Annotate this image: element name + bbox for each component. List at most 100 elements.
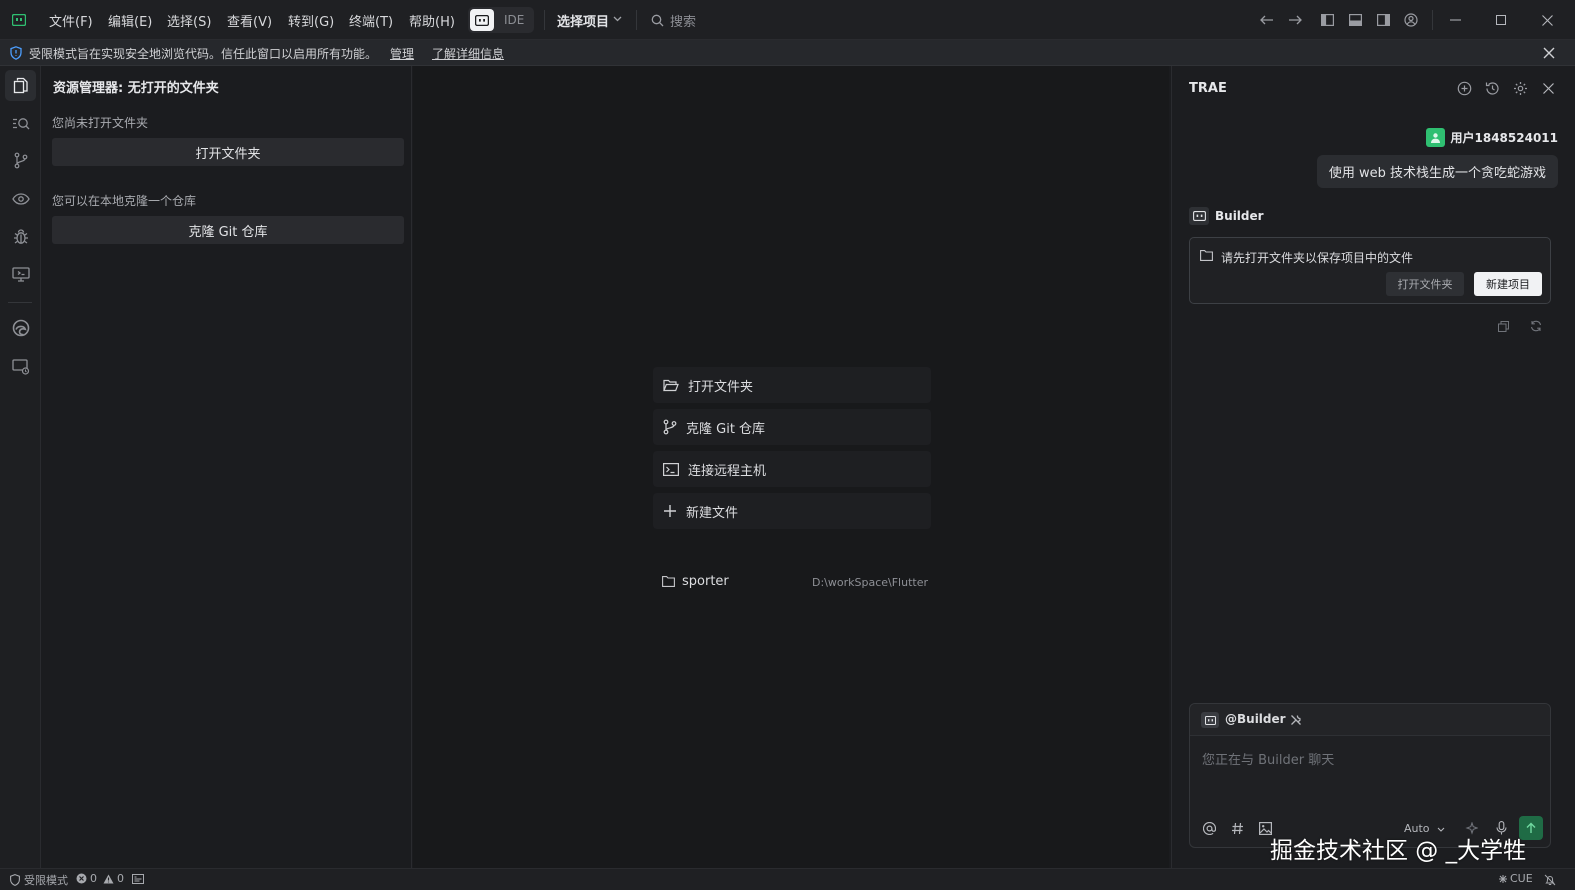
menu-go[interactable]: 转到(G) [288,11,334,30]
tools-icon[interactable] [1289,713,1303,727]
restricted-mode-banner: 受限模式旨在实现安全地浏览代码。信任此窗口以启用所有功能。 管理 了解详细信息 [0,40,1575,66]
hash-context-icon[interactable] [1229,820,1245,836]
app-logo-icon [10,12,28,28]
mention-at-icon[interactable] [1201,820,1217,836]
remote-explorer-icon[interactable] [5,259,36,290]
user-message-bubble: 使用 web 技术栈生成一个贪吃蛇游戏 [1316,155,1558,188]
close-banner-icon[interactable] [1542,46,1556,60]
search-files-icon[interactable] [5,108,36,139]
folder-open-icon [663,379,679,392]
remote-connection-icon[interactable] [5,351,36,382]
recent-project-path: D:\workSpace\Flutter [812,576,928,589]
forward-arrow-icon[interactable] [1286,12,1304,28]
welcome-action-label: 克隆 Git 仓库 [686,421,766,437]
editor-welcome-area: 打开文件夹 克隆 Git 仓库 连接远程主机 新建文件 sporter D:\w… [413,66,1169,868]
history-icon[interactable] [1484,80,1500,96]
menu-edit[interactable]: 编辑(E) [108,11,152,30]
watermark-text: 掘金技术社区 @ _大学牲 [1270,838,1527,864]
toggle-panel-icon[interactable] [1346,12,1364,28]
restricted-mode-status[interactable]: 受限模式 [10,872,68,888]
problems-status[interactable]: 0 0 [76,872,124,885]
shield-icon [10,874,20,886]
open-folder-button[interactable]: 打开文件夹 [52,138,404,166]
source-control-icon[interactable] [5,145,36,176]
close-window-icon[interactable] [1538,12,1556,28]
notice-text: 请先打开文件夹以保存项目中的文件 [1221,251,1414,265]
menu-view[interactable]: 查看(V) [227,11,272,30]
error-icon [76,873,87,884]
explorer-icon[interactable] [5,70,36,101]
copy-icon[interactable] [1496,319,1510,333]
maximize-icon[interactable] [1492,12,1510,28]
warning-icon [103,874,114,884]
menu-selection[interactable]: 选择(S) [167,11,211,30]
manage-link[interactable]: 管理 [390,45,414,62]
chevron-down-icon[interactable] [612,14,622,24]
search-icon[interactable] [650,13,664,27]
title-divider-3 [1432,10,1433,30]
toggle-sidebar-icon[interactable] [1318,12,1336,28]
chat-input-box: @Builder 您正在与 Builder 聊天 Auto [1189,703,1551,848]
error-count: 0 [90,872,97,885]
ide-mode-label[interactable]: IDE [504,13,524,27]
input-agent-tag[interactable]: @Builder [1225,712,1286,726]
explorer-sidebar: 资源管理器: 无打开的文件夹 您尚未打开文件夹 打开文件夹 您可以在本地克隆一个… [41,66,412,868]
debug-icon[interactable] [5,221,36,252]
toggle-secondary-sidebar-icon[interactable] [1374,12,1392,28]
welcome-action-label: 连接远程主机 [688,463,767,479]
remote-terminal-icon [663,462,679,476]
terminal-status-icon[interactable] [131,873,145,885]
open-folder-notice-card: 请先打开文件夹以保存项目中的文件 打开文件夹 新建项目 [1189,237,1551,304]
shield-icon [9,45,23,60]
close-panel-icon[interactable] [1540,80,1556,96]
avatar [1425,127,1445,147]
sidebar-title: 资源管理器: 无打开的文件夹 [53,81,219,96]
folder-icon [662,576,675,587]
settings-gear-icon[interactable] [1512,80,1528,96]
project-select[interactable]: 选择项目 [557,11,609,30]
recent-project-name: sporter [682,574,729,589]
title-divider [544,10,545,30]
git-branch-icon [663,419,677,435]
chat-input[interactable]: 您正在与 Builder 聊天 [1202,749,1334,768]
notice-open-folder-button[interactable]: 打开文件夹 [1386,272,1464,296]
clone-hint-text: 您可以在本地克隆一个仓库 [52,194,197,208]
title-divider-2 [636,10,637,30]
menu-terminal[interactable]: 终端(T) [349,11,393,30]
menu-help[interactable]: 帮助(H) [409,11,455,30]
language-icon [1498,874,1508,884]
welcome-clone-repo[interactable]: 克隆 Git 仓库 [653,409,931,445]
search-input[interactable]: 搜索 [670,11,696,30]
user-message-text: 使用 web 技术栈生成一个贪吃蛇游戏 [1328,166,1546,181]
mode-switch[interactable]: IDE [468,7,534,33]
welcome-new-file[interactable]: 新建文件 [653,493,931,529]
welcome-action-label: 新建文件 [686,505,739,521]
no-folder-text: 您尚未打开文件夹 [52,116,149,130]
recent-project-item[interactable]: sporter D:\workSpace\Flutter [662,573,932,593]
preview-eye-icon[interactable] [5,183,36,214]
menu-file[interactable]: 文件(F) [49,11,93,30]
notifications-off-icon[interactable] [1543,873,1557,886]
ai-chat-panel: TRAE 用户1848524011 使用 web 技术栈生成一个贪吃蛇游戏 Bu… [1171,66,1575,868]
restricted-mode-text: 受限模式 [24,874,68,887]
builder-mode-icon[interactable] [470,9,494,31]
welcome-open-folder[interactable]: 打开文件夹 [653,367,931,403]
new-chat-icon[interactable] [1456,80,1472,96]
activity-bar [0,66,41,868]
welcome-connect-remote[interactable]: 连接远程主机 [653,451,931,487]
welcome-action-label: 打开文件夹 [688,379,754,395]
learn-more-link[interactable]: 了解详细信息 [432,45,504,62]
minimize-icon[interactable] [1446,12,1464,28]
regenerate-icon[interactable] [1529,319,1543,333]
back-arrow-icon[interactable] [1258,12,1276,28]
panel-title: TRAE [1189,81,1227,96]
clone-repo-button[interactable]: 克隆 Git 仓库 [52,216,404,244]
edge-browser-icon[interactable] [5,312,36,343]
status-bar: 受限模式 0 0 CUE [0,868,1575,890]
new-project-button[interactable]: 新建项目 [1474,272,1542,296]
language-mode-status[interactable]: CUE [1498,872,1533,885]
plus-icon [663,504,677,518]
title-bar: 文件(F) 编辑(E) 选择(S) 查看(V) 转到(G) 终端(T) 帮助(H… [0,0,1575,40]
account-icon[interactable] [1402,12,1420,28]
user-message-header: 用户1848524011 [1425,127,1558,147]
